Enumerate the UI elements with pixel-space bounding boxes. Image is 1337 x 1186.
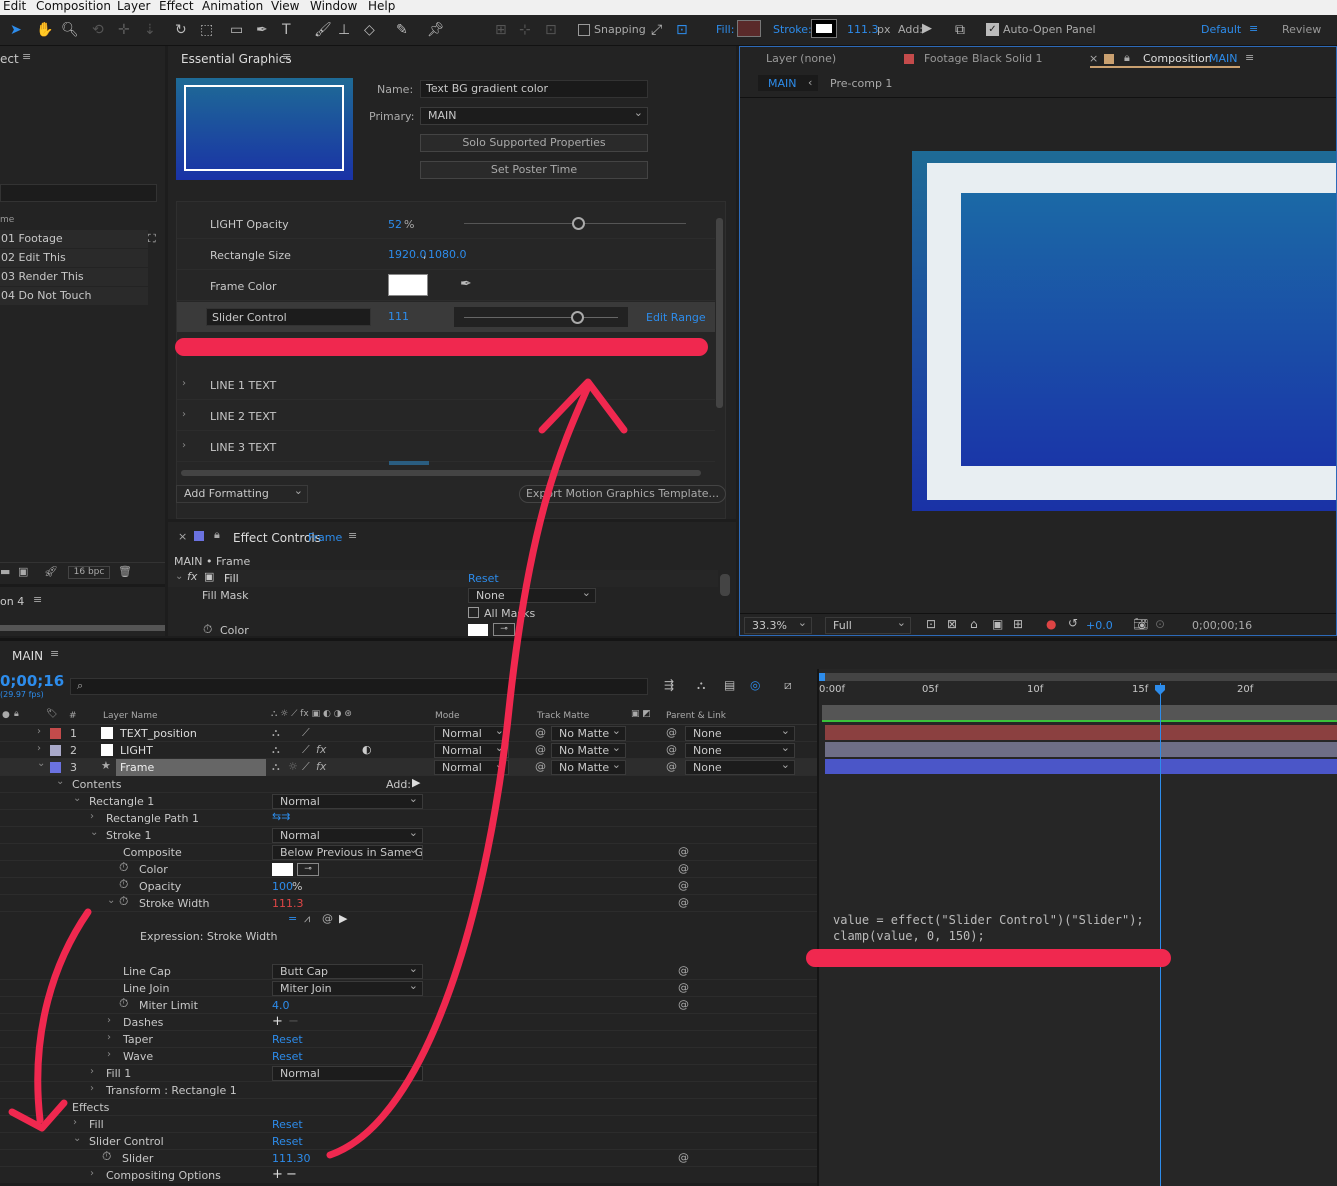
- annotation-arrow-down: [34, 908, 92, 1124]
- annotation-arrows: [8, 378, 628, 1159]
- annotation-arrow-up: [326, 383, 592, 1159]
